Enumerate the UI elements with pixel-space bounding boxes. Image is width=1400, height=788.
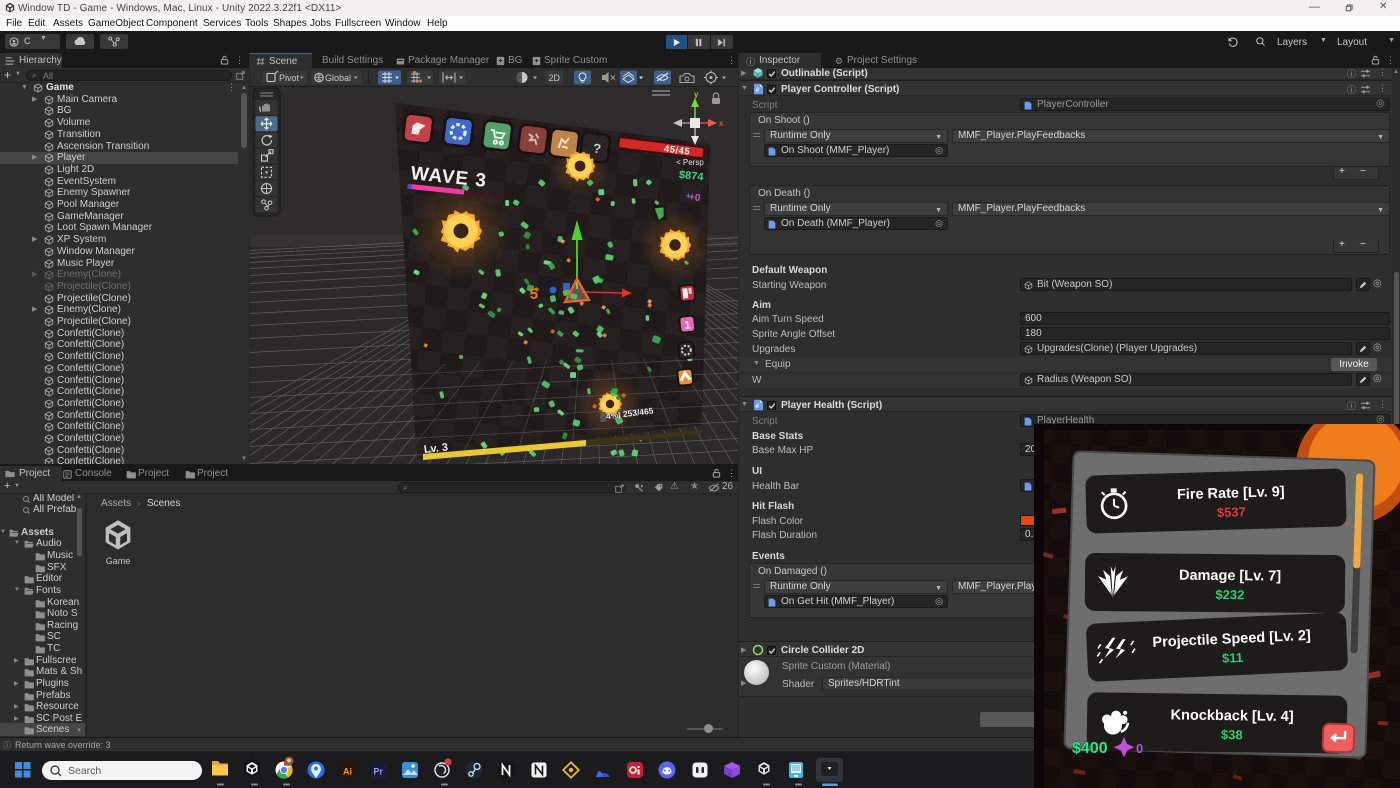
svg-text:Ai: Ai (343, 767, 352, 777)
svg-text:#: # (756, 403, 760, 410)
svg-text:0: 0 (1136, 741, 1143, 756)
svg-text:˂ Persp: ˂ Persp (676, 158, 704, 167)
svg-text:Pr: Pr (374, 767, 384, 777)
svg-text:Fire Rate [Lv. 9]: Fire Rate [Lv. 9] (1177, 484, 1285, 503)
svg-text:$11: $11 (1222, 650, 1244, 666)
svg-text:+: + (685, 191, 691, 201)
svg-text:#: # (756, 87, 760, 94)
svg-text:Search: Search (68, 765, 101, 777)
svg-text:$38: $38 (1221, 727, 1243, 742)
svg-text:2D: 2D (549, 73, 561, 83)
svg-text:Pivot: Pivot (279, 73, 300, 83)
svg-text:$400: $400 (1072, 740, 1108, 757)
svg-text:Damage [Lv. 7]: Damage [Lv. 7] (1179, 568, 1281, 585)
svg-text:Lv. 3: Lv. 3 (423, 442, 448, 456)
svg-text:$537: $537 (1217, 504, 1246, 520)
svg-text:Global: Global (325, 73, 351, 83)
svg-text:5: 5 (529, 285, 539, 303)
svg-text:$232: $232 (1215, 587, 1244, 602)
svg-text:1: 1 (684, 319, 691, 332)
svg-text:x: x (719, 119, 724, 128)
svg-text:y: y (694, 90, 699, 99)
svg-text:Knockback [Lv. 4]: Knockback [Lv. 4] (1170, 707, 1293, 725)
